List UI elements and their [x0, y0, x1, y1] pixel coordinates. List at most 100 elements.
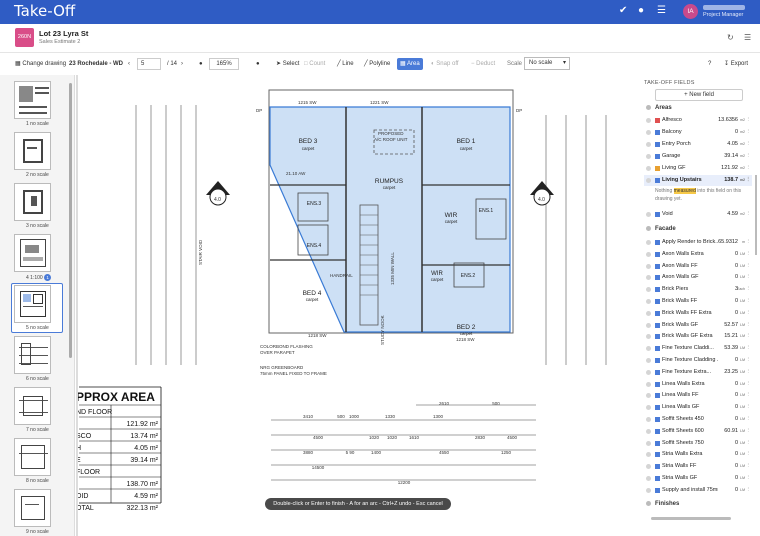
field-row-living-upstairs[interactable]: Living Upstairs 138.7 m2 ⋮: [644, 175, 752, 186]
thumbnail-page-2[interactable]: 2 no scale: [12, 132, 64, 178]
group-areas[interactable]: Areas: [646, 105, 672, 111]
field-row-facade[interactable]: Supply and install 75mm EP... 0LM⋮: [644, 485, 752, 496]
prev-page-icon[interactable]: ‹: [125, 58, 133, 70]
eye-icon[interactable]: [646, 358, 651, 363]
thumbnail-page-1[interactable]: 1 no scale: [12, 81, 64, 127]
eye-icon[interactable]: [646, 405, 651, 411]
eye-icon[interactable]: [646, 251, 651, 257]
eye-icon[interactable]: [646, 393, 651, 399]
project-name[interactable]: Lot 23 Lyra St: [39, 29, 88, 38]
more-icon[interactable]: ⋮: [746, 209, 752, 220]
change-drawing-button[interactable]: ▦ Change drawing: [12, 58, 69, 70]
drawing-canvas[interactable]: BED 3 carpet BED 1 carpet RUMPUS carpet …: [76, 75, 639, 536]
field-row-facade[interactable]: Soffit Sheets 600 60.91 LM ⋮: [644, 426, 752, 437]
eye-icon[interactable]: [646, 154, 651, 159]
more-icon[interactable]: ⋮: [746, 320, 752, 331]
more-icon[interactable]: ⋮: [746, 151, 752, 162]
more-icon[interactable]: ⋮: [746, 438, 752, 449]
field-row-facade[interactable]: Brick Walls FF 0 LM ⋮: [644, 296, 752, 307]
more-icon[interactable]: ⋮: [746, 426, 752, 437]
more-icon[interactable]: ⋮: [746, 284, 752, 295]
field-row-facade[interactable]: Stria Walls FF 0 LM ⋮: [644, 461, 752, 472]
eye-icon[interactable]: [646, 464, 651, 470]
more-icon[interactable]: ⋮: [746, 175, 752, 186]
eye-icon[interactable]: [646, 263, 651, 269]
field-row-facade[interactable]: Brick Piers 3 Each ⋮: [644, 284, 752, 295]
next-page-icon[interactable]: ›: [178, 58, 186, 70]
eye-icon[interactable]: [646, 166, 651, 171]
more-icon[interactable]: ⋮: [746, 355, 752, 366]
field-row-garage[interactable]: Garage 39.14 m2 ⋮: [644, 151, 752, 162]
field-row-facade[interactable]: Axon Walls FF 0 LM ⋮: [644, 261, 752, 272]
zoom-input[interactable]: 165%: [209, 58, 239, 70]
more-icon[interactable]: ⋮: [746, 390, 752, 401]
field-row-facade[interactable]: Brick Walls GF Extra 15.21 LM ⋮: [644, 331, 752, 342]
field-row-facade[interactable]: Linea Walls GF 0 LM ⋮: [644, 402, 752, 413]
more-icon[interactable]: ⋮: [746, 343, 752, 354]
field-row-facade[interactable]: Brick Walls GF 52.57 LM ⋮: [644, 320, 752, 331]
more-icon[interactable]: ⋮: [746, 461, 752, 472]
more-icon[interactable]: ⋮: [746, 127, 752, 138]
snap-toggle[interactable]: ◐ Snap off: [428, 58, 462, 70]
more-icon[interactable]: ⋮: [746, 163, 752, 174]
more-icon[interactable]: ⋮: [746, 308, 752, 319]
new-field-button[interactable]: + New field: [655, 89, 743, 101]
eye-icon[interactable]: [646, 287, 651, 293]
more-icon[interactable]: ⋮: [746, 296, 752, 307]
field-row-facade[interactable]: Axon Walls GF 0 LM ⋮: [644, 272, 752, 283]
field-row-facade[interactable]: Soffit Sheets 450 0 LM ⋮: [644, 414, 752, 425]
group-finishes[interactable]: Finishes: [646, 501, 679, 507]
refresh-icon[interactable]: ↻: [727, 33, 734, 42]
panel-scrollbar[interactable]: [755, 175, 757, 255]
field-row-facade[interactable]: Fine Texture Claddi... 53.39 LM ⋮: [644, 343, 752, 354]
thumbnail-page-8[interactable]: 8 no scale: [12, 438, 64, 484]
eye-icon[interactable]: [646, 240, 651, 245]
field-row-facade[interactable]: Linea Walls FF 0 LM ⋮: [644, 390, 752, 401]
more-icon[interactable]: ⋮: [746, 249, 752, 260]
eye-icon[interactable]: [646, 428, 651, 434]
thumbnail-page-6[interactable]: 6 no scale: [12, 336, 64, 382]
more-icon[interactable]: ⋮: [746, 261, 752, 272]
avatar[interactable]: IA: [683, 4, 698, 19]
field-row-facade[interactable]: Axon Walls Extra 0 LM ⋮: [644, 249, 752, 260]
page-input[interactable]: 5: [137, 58, 161, 70]
eye-icon[interactable]: [646, 212, 651, 217]
deduct-button[interactable]: − Deduct: [468, 58, 498, 70]
thumbnail-page-5[interactable]: 5 no scale: [11, 283, 63, 333]
more-icon[interactable]: ⋮: [746, 331, 752, 342]
thumbnail-page-4[interactable]: 4 1:100 1: [12, 234, 64, 281]
eye-icon[interactable]: [646, 130, 651, 135]
more-icon[interactable]: ⋮: [746, 449, 752, 460]
field-row-alfresco[interactable]: Alfresco 13.6356 m2 ⋮: [644, 115, 752, 126]
field-row-balcony[interactable]: Balcony 0 m2 ⋮: [644, 127, 752, 138]
zoom-out-icon[interactable]: ●: [196, 58, 206, 70]
polyline-tool-button[interactable]: ╱ Polyline: [361, 58, 393, 70]
sidebar-scrollbar[interactable]: [69, 83, 72, 358]
eye-icon[interactable]: [646, 334, 651, 340]
field-row-facade[interactable]: Stria Walls Extra 0 LM ⋮: [644, 449, 752, 460]
floor-plan-drawing[interactable]: BED 3 carpet BED 1 carpet RUMPUS carpet …: [76, 75, 639, 536]
more-icon[interactable]: ⋮: [746, 414, 752, 425]
eye-icon[interactable]: [646, 487, 651, 493]
more-icon[interactable]: ⋮: [746, 402, 752, 413]
field-row-facade[interactable]: Apply Render to Brick... 65.9312 m ⋮: [644, 237, 752, 248]
checkmark-ruler-icon[interactable]: ✔: [619, 5, 627, 16]
thumbnail-page-9[interactable]: 9 no scale: [12, 489, 64, 535]
field-row-facade[interactable]: Fine Texture Cladding ... 0 LM ⋮: [644, 355, 752, 366]
eye-icon[interactable]: [646, 476, 651, 481]
field-row-facade[interactable]: Fine Texture Extra... 23.25 LM ⋮: [644, 367, 752, 378]
eye-icon[interactable]: [646, 322, 651, 328]
more-icon[interactable]: ⋮: [746, 272, 752, 283]
eye-icon[interactable]: [646, 178, 651, 183]
eye-icon[interactable]: [646, 310, 651, 316]
more-icon[interactable]: ⋮: [746, 379, 752, 390]
eye-icon[interactable]: [646, 452, 651, 458]
eye-icon[interactable]: [646, 118, 651, 123]
menu-icon[interactable]: ☰: [657, 5, 666, 16]
group-facade[interactable]: Facade: [646, 226, 676, 232]
area-tool-button[interactable]: ▦ Area: [397, 58, 423, 70]
thumbnail-page-7[interactable]: 7 no scale: [12, 387, 64, 433]
eye-icon[interactable]: [646, 381, 651, 387]
more-icon[interactable]: ⋮: [746, 139, 752, 150]
help-button[interactable]: ?: [705, 58, 714, 70]
